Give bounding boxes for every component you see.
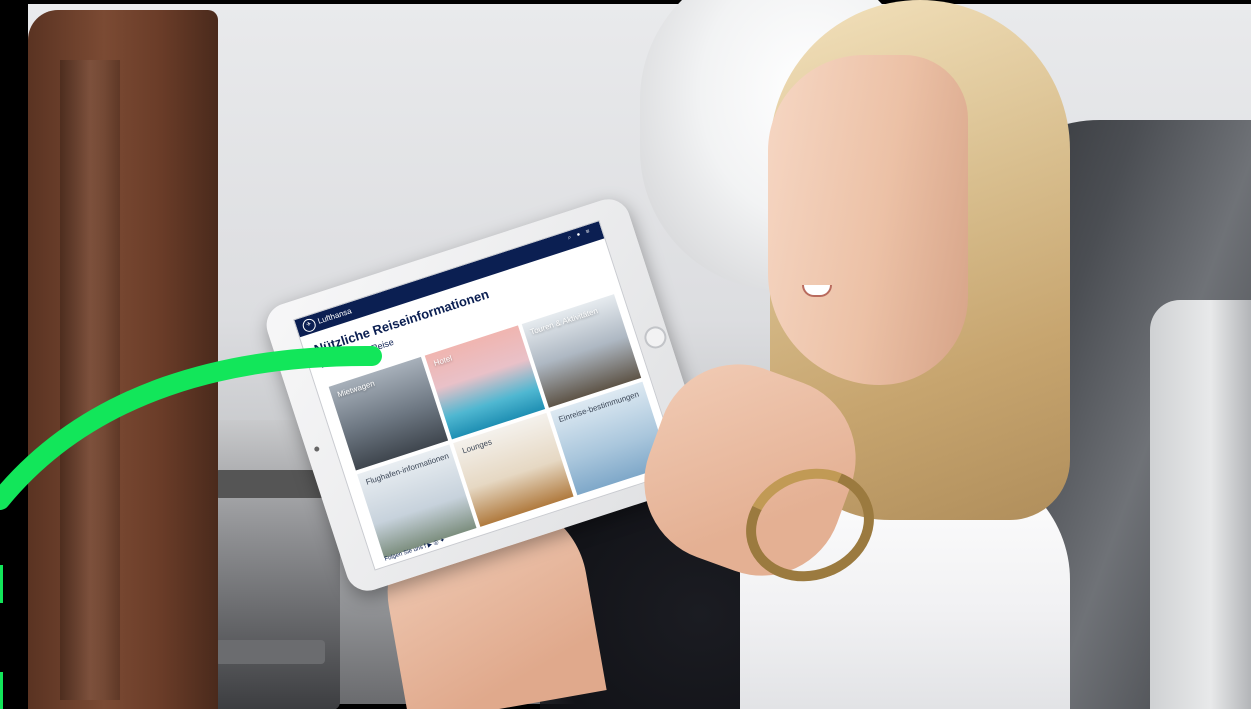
hanging-coat	[28, 10, 218, 709]
photo-scene: ✈ Lufthansa ⌕●≡ Nützliche Reiseinformati…	[0, 0, 1251, 709]
woman-face	[768, 55, 968, 385]
tile-label: Hotel	[432, 353, 454, 368]
header-icons: ⌕●≡	[567, 227, 596, 242]
twitter-icon[interactable]: ✦	[439, 538, 446, 545]
seat-armrest	[1150, 300, 1251, 709]
instagram-icon[interactable]: ◎	[433, 540, 440, 547]
tile-label: Lounges	[461, 437, 494, 456]
menu-icon[interactable]: ≡	[585, 227, 596, 236]
green-mark-bottom	[0, 672, 3, 709]
brand-name: Lufthansa	[316, 306, 353, 326]
seat-panel-slot	[215, 470, 325, 498]
coat-fold	[60, 60, 120, 700]
lufthansa-logo-icon[interactable]: ✈	[301, 317, 318, 334]
seat-panel-slot	[215, 640, 325, 664]
tile-label: Touren & Aktivitäten	[528, 306, 600, 337]
green-mark-top	[0, 565, 3, 603]
tile-label: Mietwagen	[336, 378, 376, 400]
